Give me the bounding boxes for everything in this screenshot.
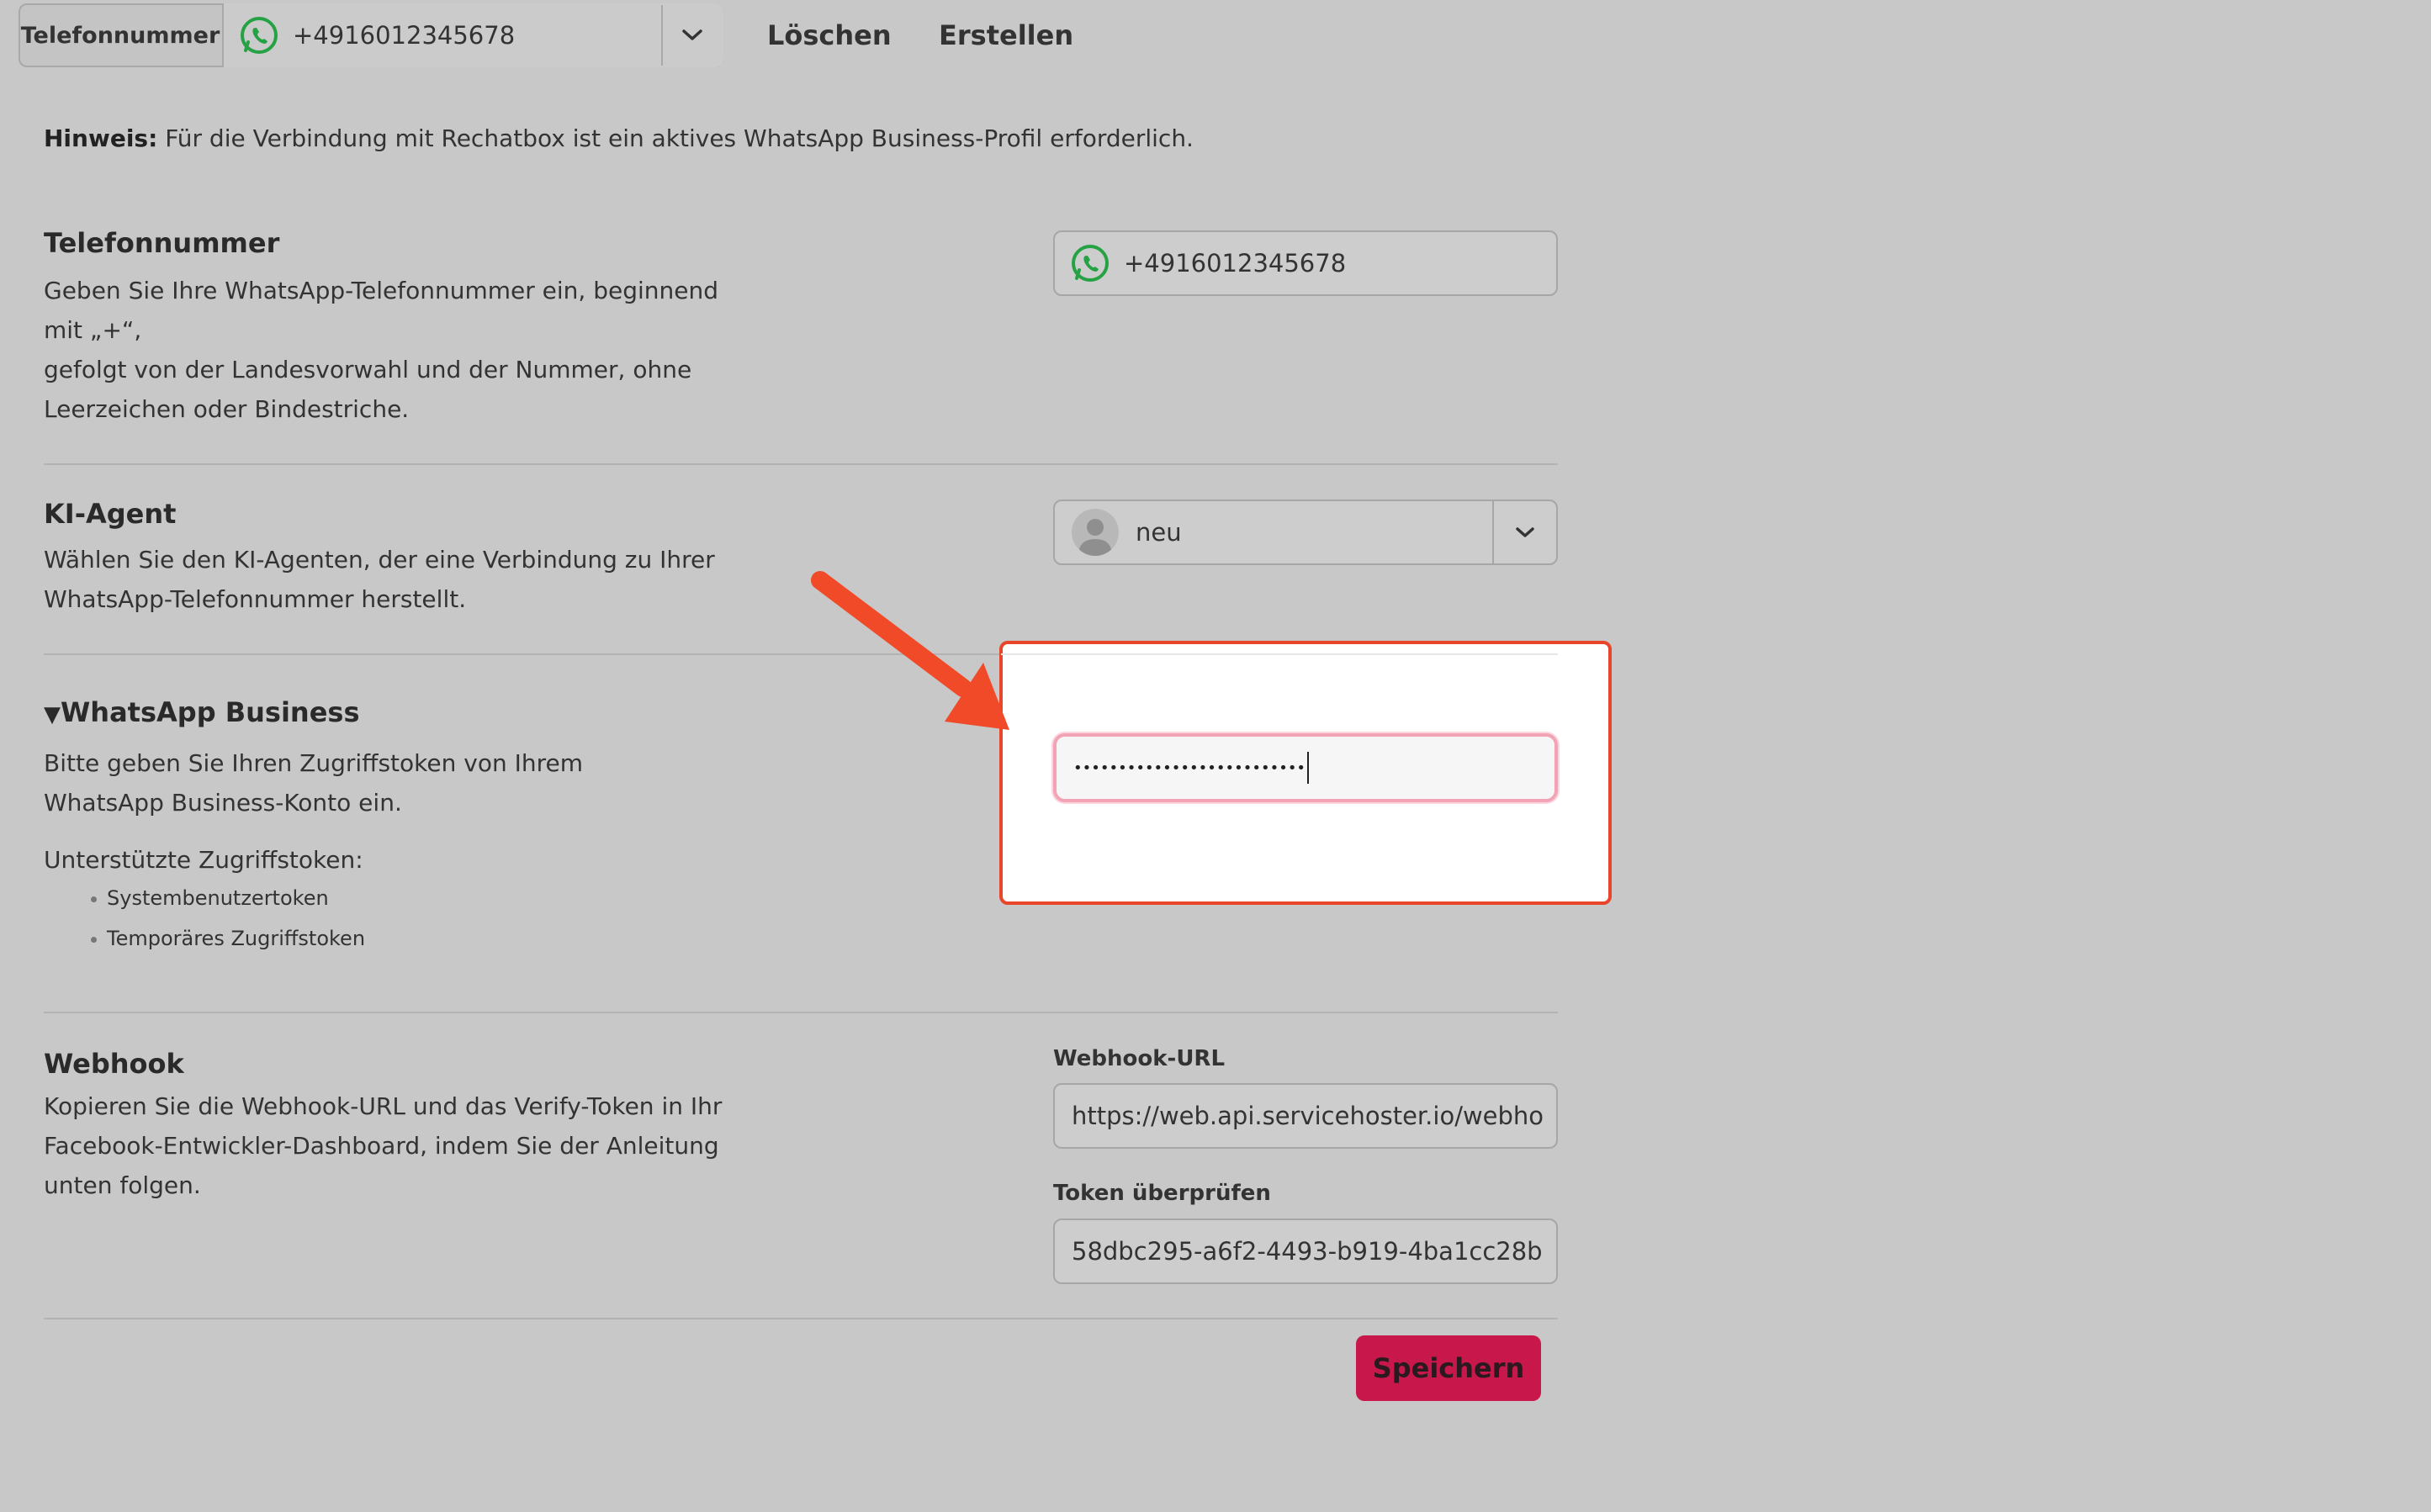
desc-line: Wählen Sie den KI-Agenten, der eine Verb… — [44, 546, 715, 574]
phone-selector-label: Telefonnummer — [20, 22, 220, 49]
phone-input-value: +4916012345678 — [1124, 249, 1347, 278]
agent-select-value: neu — [1136, 518, 1182, 547]
business-section-title[interactable]: ▼WhatsApp Business — [44, 696, 360, 728]
avatar-icon — [1072, 509, 1119, 556]
bullet-icon — [91, 896, 97, 902]
desc-line: WhatsApp Business-Konto ein. — [44, 789, 402, 817]
arrow-annotation-icon — [811, 571, 1009, 730]
section-divider — [44, 1012, 1558, 1013]
desc-line: Kopieren Sie die Webhook-URL und das Ver… — [44, 1092, 723, 1120]
chevron-down-icon[interactable] — [663, 3, 722, 67]
phone-selector-value: +4916012345678 — [293, 21, 516, 50]
supported-tokens-heading: Unterstützte Zugriffstoken: — [44, 846, 363, 874]
verify-token-value: 58dbc295-a6f2-4493-b919-4ba1cc28b6a — [1072, 1237, 1543, 1266]
desc-line: gefolgt von der Landesvorwahl und der Nu… — [44, 356, 692, 383]
list-item: Systembenutzertoken — [91, 886, 329, 910]
hint-body: Für die Verbindung mit Rechatbox ist ein… — [165, 124, 1194, 152]
verify-token-field[interactable]: 58dbc295-a6f2-4493-b919-4ba1cc28b6a — [1053, 1219, 1558, 1284]
delete-button[interactable]: Löschen — [767, 3, 892, 67]
section-divider — [44, 1318, 1558, 1319]
agent-section-title: KI-Agent — [44, 498, 177, 530]
section-divider — [44, 463, 1558, 465]
collapse-toggle-icon[interactable]: ▼ — [44, 702, 61, 727]
save-button[interactable]: Speichern — [1356, 1335, 1541, 1401]
whatsapp-icon — [239, 15, 279, 59]
phone-section-description: Geben Sie Ihre WhatsApp-Telefonnummer ei… — [44, 271, 734, 429]
business-section-description: Bitte geben Sie Ihren Zugriffstoken von … — [44, 743, 734, 822]
desc-line: Facebook-Entwickler-Dashboard, indem Sie… — [44, 1132, 719, 1160]
hint-text: Hinweis: Für die Verbindung mit Rechatbo… — [44, 124, 1194, 152]
desc-line: Leerzeichen oder Bindestriche. — [44, 395, 410, 423]
agent-section-description: Wählen Sie den KI-Agenten, der eine Verb… — [44, 540, 734, 619]
list-item-label: Temporäres Zugriffstoken — [107, 927, 366, 950]
create-button[interactable]: Erstellen — [939, 3, 1073, 67]
whatsapp-icon — [1070, 243, 1110, 283]
access-token-value: •••••••••••••••••••••••••• — [1073, 759, 1306, 777]
access-token-input[interactable]: •••••••••••••••••••••••••• — [1053, 733, 1558, 802]
webhook-url-field[interactable]: https://web.api.servicehoster.io/webhook… — [1053, 1083, 1558, 1149]
desc-line: mit „+“, — [44, 316, 142, 344]
verify-token-label: Token überprüfen — [1053, 1181, 1271, 1206]
webhook-section-title: Webhook — [44, 1048, 184, 1080]
text-caret — [1307, 752, 1310, 784]
desc-line: unten folgen. — [44, 1171, 201, 1199]
webhook-url-value: https://web.api.servicehoster.io/webhook… — [1072, 1102, 1543, 1130]
agent-select[interactable]: neu — [1053, 500, 1558, 565]
desc-line: WhatsApp-Telefonnummer herstellt. — [44, 585, 467, 613]
section-divider — [1001, 653, 1558, 655]
business-section-label: WhatsApp Business — [61, 696, 360, 728]
webhook-url-label: Webhook-URL — [1053, 1046, 1226, 1071]
bullet-icon — [91, 936, 97, 943]
hint-prefix: Hinweis: — [44, 124, 158, 152]
phone-section-title: Telefonnummer — [44, 227, 280, 259]
list-item: Temporäres Zugriffstoken — [91, 927, 365, 950]
webhook-section-description: Kopieren Sie die Webhook-URL und das Ver… — [44, 1086, 734, 1205]
desc-line: Geben Sie Ihre WhatsApp-Telefonnummer ei… — [44, 277, 719, 304]
list-item-label: Systembenutzertoken — [107, 886, 329, 910]
phone-input[interactable]: +4916012345678 — [1053, 230, 1558, 296]
chevron-down-icon[interactable] — [1494, 526, 1556, 538]
desc-line: Bitte geben Sie Ihren Zugriffstoken von … — [44, 749, 583, 777]
